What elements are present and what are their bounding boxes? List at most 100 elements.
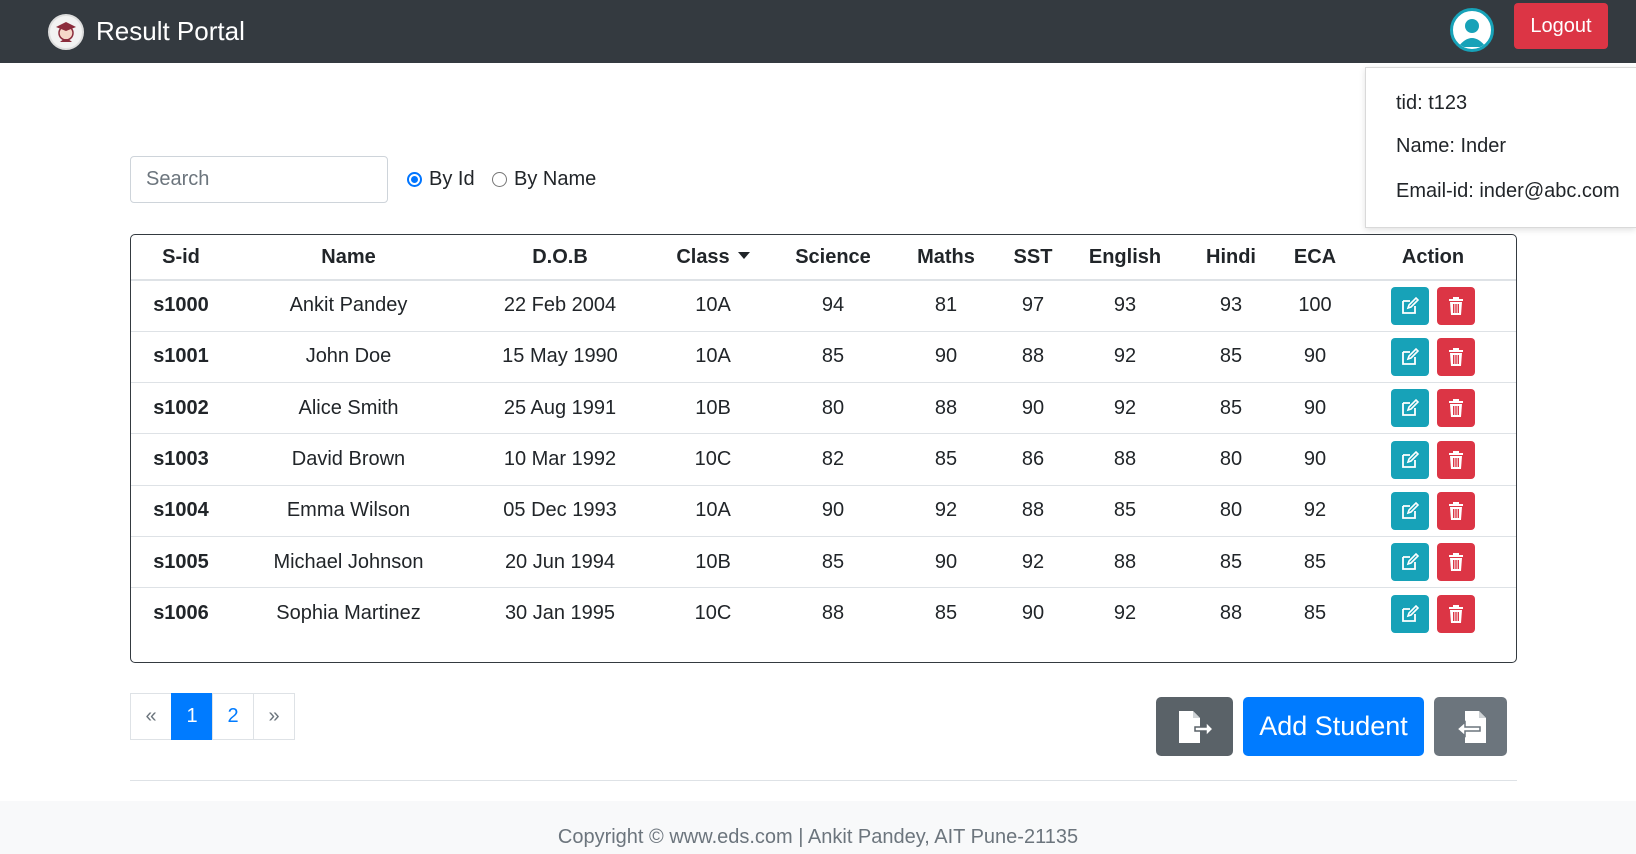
footer: Copyright © www.eds.com | Ankit Pandey, …	[0, 801, 1636, 854]
cell-name: Sophia Martinez	[276, 602, 421, 625]
cell-science: 85	[772, 536, 894, 589]
edit-icon	[1400, 347, 1420, 367]
cell-sst: 88	[998, 331, 1068, 384]
trash-icon	[1447, 347, 1465, 367]
cell-sid: s1006	[153, 602, 209, 625]
students-table: S-id Name D.O.B Class Science Maths SST …	[131, 235, 1516, 639]
cell-english: 88	[1068, 536, 1182, 589]
cell-class: 10A	[654, 280, 772, 332]
brand[interactable]: Result Portal	[48, 13, 245, 50]
radio-by-name[interactable]: By Name	[492, 168, 596, 191]
cell-dob: 05 Dec 1993	[466, 485, 654, 537]
header-eca[interactable]: ECA	[1280, 235, 1350, 281]
edit-icon	[1400, 552, 1420, 572]
search-input[interactable]	[130, 156, 388, 203]
cell-maths: 85	[934, 602, 958, 625]
cell-sst: 86	[998, 433, 1068, 486]
delete-button[interactable]	[1437, 440, 1475, 479]
pagination-prev[interactable]: «	[130, 693, 172, 740]
edit-button[interactable]	[1391, 337, 1429, 376]
header-sst[interactable]: SST	[998, 235, 1068, 281]
radio-button[interactable]	[407, 172, 422, 187]
table-body: s1000 Ankit Pandey 22 Feb 2004 10A 94 81 97 93 9…	[131, 280, 1516, 639]
delete-button[interactable]	[1437, 389, 1475, 428]
header-science[interactable]: Science	[772, 235, 894, 281]
students-table-container: S-id Name D.O.B Class Science Maths SST …	[130, 234, 1517, 663]
cell-maths: 90	[894, 536, 998, 589]
cell-eca: 85	[1303, 602, 1327, 625]
cell-science: 80	[772, 382, 894, 435]
cell-eca: 90	[1280, 382, 1350, 435]
edit-icon	[1400, 296, 1420, 316]
trash-icon	[1447, 450, 1465, 470]
cell-class: 10A	[654, 485, 772, 537]
edit-button[interactable]	[1391, 286, 1429, 325]
cell-sid: s1000	[131, 280, 231, 332]
pagination-page-2[interactable]: 2	[212, 693, 254, 740]
header-maths[interactable]: Maths	[894, 235, 998, 281]
cell-hindi: 88	[1219, 602, 1243, 625]
file-export-icon	[1178, 710, 1214, 743]
header-hindi[interactable]: Hindi	[1182, 235, 1280, 281]
edit-button[interactable]	[1391, 389, 1429, 428]
footer-copyright: Copyright © www.eds.com | Ankit Pandey, …	[557, 826, 1079, 848]
add-student-button[interactable]: Add Student	[1243, 697, 1424, 756]
trash-icon	[1447, 552, 1465, 572]
edit-button[interactable]	[1391, 440, 1429, 479]
cell-sid: s1004	[131, 485, 231, 537]
edit-icon	[1400, 398, 1420, 418]
cell-class: 10A	[654, 331, 772, 384]
cell-sst: 97	[998, 280, 1068, 332]
pagination-next[interactable]: »	[253, 693, 295, 740]
table-row: s1005 Michael Johnson 20 Jun 1994 10B 85 90 92…	[131, 536, 1516, 589]
edit-icon	[1400, 501, 1420, 521]
delete-button[interactable]	[1437, 286, 1475, 325]
brand-title: Result Portal	[96, 16, 245, 46]
edit-button[interactable]	[1391, 594, 1429, 633]
delete-button[interactable]	[1437, 337, 1475, 376]
header-dob[interactable]: D.O.B	[466, 235, 654, 281]
edit-button[interactable]	[1391, 543, 1429, 582]
cell-eca: 85	[1280, 536, 1350, 589]
graduate-logo-icon	[48, 13, 84, 50]
cell-action	[1350, 485, 1516, 537]
cell-dob: 30 Jan 1995	[504, 602, 616, 625]
edit-button[interactable]	[1391, 491, 1429, 530]
user-avatar-icon[interactable]	[1450, 8, 1494, 52]
import-button[interactable]	[1434, 697, 1507, 756]
header-english[interactable]: English	[1068, 235, 1182, 281]
trash-icon	[1447, 604, 1465, 624]
export-button[interactable]	[1156, 697, 1233, 756]
cell-hindi: 93	[1182, 280, 1280, 332]
edit-icon	[1400, 450, 1420, 470]
cell-science: 82	[772, 433, 894, 486]
cell-hindi: 85	[1182, 382, 1280, 435]
cell-sst: 92	[998, 536, 1068, 589]
header-class[interactable]: Class	[654, 235, 772, 281]
file-import-icon	[1455, 710, 1486, 743]
caret-down-icon[interactable]	[737, 251, 750, 259]
pagination: « 1 2 »	[130, 693, 295, 740]
user-email: Email-id: inder@abc.com	[1396, 180, 1620, 202]
radio-button[interactable]	[492, 172, 507, 187]
cell-dob: 15 May 1990	[466, 331, 654, 384]
table-row: s1000 Ankit Pandey 22 Feb 2004 10A 94 81 97 93 9…	[131, 280, 1516, 332]
cell-action	[1350, 433, 1516, 486]
cell-sst: 90	[998, 382, 1068, 435]
cell-eca: 90	[1280, 433, 1350, 486]
delete-button[interactable]	[1437, 543, 1475, 582]
logout-button[interactable]: Logout	[1514, 3, 1608, 49]
header-action: Action	[1350, 235, 1516, 281]
delete-button[interactable]	[1437, 491, 1475, 530]
delete-button[interactable]	[1437, 594, 1475, 633]
header-sid[interactable]: S-id	[131, 235, 231, 281]
trash-icon	[1447, 398, 1465, 418]
cell-english: 93	[1068, 280, 1182, 332]
pagination-page-1[interactable]: 1	[171, 693, 213, 740]
radio-by-id[interactable]: By Id	[407, 168, 475, 191]
header-name[interactable]: Name	[231, 235, 466, 281]
cell-sst: 90	[1021, 602, 1045, 625]
cell-action	[1350, 280, 1516, 332]
cell-action	[1350, 536, 1516, 589]
cell-name: Alice Smith	[231, 382, 466, 435]
